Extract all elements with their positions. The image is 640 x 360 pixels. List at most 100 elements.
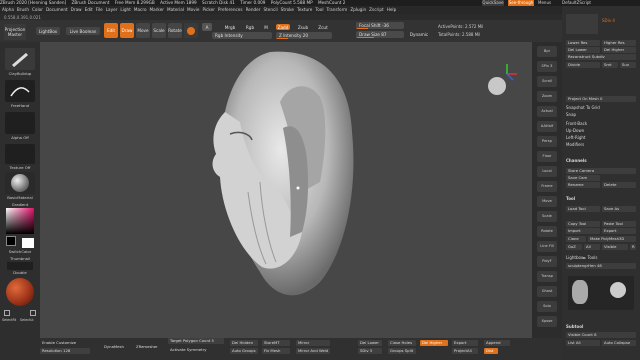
strip-actual-button[interactable]: Actual [537,106,557,117]
zcut-button[interactable]: Zcut [316,24,330,30]
draw-size-slider[interactable]: Draw Size 87 [356,31,404,38]
del-lower-button[interactable]: Del Lower [358,340,382,346]
menu-render[interactable]: Render [246,7,261,12]
menu-zscript[interactable]: Zscript [369,7,384,12]
mirror-weld-button[interactable]: Mirror And Weld [296,348,330,354]
lower-res-button[interactable]: Lower Res [566,40,600,46]
tool-name-slider[interactable]: sculptengrHen 48 [566,263,636,269]
strip-aahalf-button[interactable]: AAHalf [537,121,557,132]
del-lower-button[interactable]: Del Lower [566,47,600,53]
load-tool-button[interactable]: Load Tool [566,206,600,212]
switch-color-label[interactable]: SwitchColor [2,249,38,254]
tool-thumb[interactable] [566,14,598,34]
menu-edit[interactable]: Edit [85,7,93,12]
clone-button[interactable]: Clone [566,236,586,242]
strip-xpose-button[interactable]: Xpose [537,316,557,327]
material-thumb[interactable] [5,172,35,194]
export-button[interactable]: Export [602,228,636,234]
list-all-button[interactable]: List All [566,340,600,346]
menu-preferences[interactable]: Preferences [218,7,243,12]
navigation-gizmo[interactable] [485,64,521,100]
strip-bpr-button[interactable]: Bpr [537,46,557,57]
menu-macro[interactable]: Macro [134,7,147,12]
rename-button[interactable]: Rename [566,182,600,188]
r-button[interactable]: R [630,244,636,250]
strip-scale-button[interactable]: Scale [537,211,557,222]
storemt-button[interactable]: StoreMT [262,340,290,346]
up-down-label[interactable]: Up-Down [566,128,584,133]
store-camera-button[interactable]: Store Camera [566,168,636,174]
m-button[interactable]: M [262,24,270,30]
strip-zoom-button[interactable]: Zoom [537,91,557,102]
strip-spix-3-button[interactable]: SPix 3 [537,61,557,72]
snapshot-label[interactable]: Snapshot To Grid [566,105,600,110]
channels-header[interactable]: Channels [566,158,587,163]
del-higher-button[interactable]: Del Higher [420,340,448,346]
z-intensity-slider[interactable]: Z Intensity 20 [276,32,332,39]
strip-transp-button[interactable]: Transp [537,271,557,282]
menu-movie[interactable]: Movie [187,7,199,12]
mrgb-button[interactable]: Mrgb [222,24,238,30]
texture-thumb[interactable] [5,144,35,164]
lightbox-button[interactable]: LightBox [36,27,60,35]
visible-count-slider[interactable]: Visible Count 8 [566,332,636,338]
menu-material[interactable]: Material [167,7,184,12]
dynamic-button[interactable]: Dynamic [408,31,430,38]
sdiv-slider[interactable]: SDiv 5 [358,348,382,354]
main-color-swatch[interactable] [6,236,16,246]
focal-shift-slider[interactable]: Focal Shift -36 [356,22,404,29]
snap-label[interactable]: Snap [566,112,576,117]
menu-alpha[interactable]: Alpha [2,7,14,12]
selectrt-icon[interactable] [4,310,10,316]
mirror-button[interactable]: Mirror [296,340,330,346]
move-button[interactable]: Move [136,23,150,38]
suv-button[interactable]: Suv [620,62,636,68]
zadd-button[interactable]: Zadd [276,24,290,30]
scale-button[interactable]: Scale [152,23,166,38]
menu-zplugin[interactable]: Zplugin [350,7,366,12]
menu-marker[interactable]: Marker [150,7,164,12]
activate-symmetry-button[interactable]: Activate Symmetry [168,347,224,353]
canvas-viewport[interactable] [40,42,562,338]
menu-picker[interactable]: Picker [202,7,214,12]
enable-customize-button[interactable]: Enable Customize [40,340,78,346]
copy-tool-button[interactable]: Copy Tool [566,221,600,227]
menu-transform[interactable]: Transform [326,7,347,12]
export-button[interactable]: Export [452,340,478,346]
zremesher-button[interactable]: ZRemesher [134,344,162,350]
smt-button[interactable]: Smt [602,62,618,68]
menu-draw[interactable]: Draw [71,7,82,12]
project-on-mesh-button[interactable]: Project On Mesh 0 [566,96,636,102]
groups-split-button[interactable]: Groups Split [388,348,416,354]
stroke-thumb[interactable] [5,80,35,102]
save-as-button[interactable]: Save As [602,206,636,212]
menu-brush[interactable]: Brush [17,7,29,12]
projection-master-button[interactable]: Projection Master [4,24,26,40]
paste-tool-button[interactable]: Paste Tool [602,221,636,227]
tool-header[interactable]: Tool [566,196,575,201]
modifiers-label[interactable]: Modifiers [566,142,584,147]
strip-frame-button[interactable]: Frame [537,181,557,192]
menu-tool[interactable]: Tool [315,7,323,12]
edit-button[interactable]: Edit [104,23,118,38]
close-holes-button[interactable]: Close Holes [388,340,416,346]
projectall-button[interactable]: ProjectAll [452,348,478,354]
dynamesh-button[interactable]: DynaMesh [102,344,130,350]
append-button[interactable]: Append [484,340,510,346]
strip-local-button[interactable]: Local [537,166,557,177]
menu-help[interactable]: Help [387,7,397,12]
auto-collapse-button[interactable]: Auto Collapse [602,340,636,346]
dist-slider[interactable]: Dist [484,348,498,354]
visible-button[interactable]: Visible [602,244,628,250]
delete-button[interactable]: Delete [602,182,636,188]
front-back-label[interactable]: Front-Back [566,121,587,126]
del-hidden-button[interactable]: Del Hidden [230,340,258,346]
rotate-button[interactable]: Rotate [168,23,182,38]
divide-button[interactable]: Divide [566,62,600,68]
material-sphere-icon[interactable] [184,23,198,38]
menu-color[interactable]: Color [32,7,43,12]
lightbox-tools-label[interactable]: Lightbox► Tools [566,255,597,260]
menu-file[interactable]: File [96,7,103,12]
a-toggle[interactable]: A [202,23,212,31]
rgb-button[interactable]: Rgb [244,24,256,30]
